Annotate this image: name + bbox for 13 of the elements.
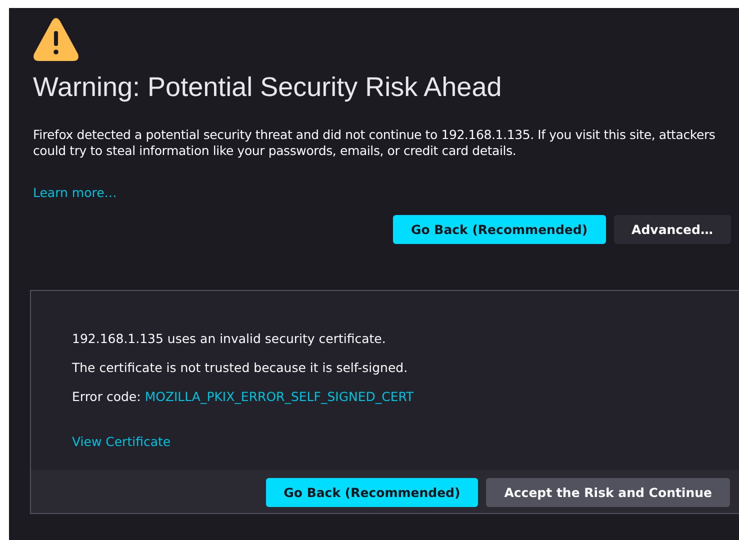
error-code-label: Error code: <box>72 389 141 404</box>
warning-icon <box>33 18 79 62</box>
go-back-button[interactable]: Go Back (Recommended) <box>392 215 606 244</box>
go-back-button[interactable]: Go Back (Recommended) <box>266 478 478 507</box>
certificate-message: 192.168.1.135 uses an invalid security certificate. <box>72 331 387 346</box>
view-certificate-link[interactable]: View Certificate <box>72 434 171 449</box>
warning-description: Firefox detected a potential security threat and did not continue to 192.168.1.135. If you visit this site, attackers could try to steal information like your passwords, emails, or credit card details. <box>33 127 716 159</box>
advanced-button[interactable]: Advanced… <box>614 215 731 244</box>
page-title: Warning: Potential Security Risk Ahead <box>33 72 503 103</box>
certificate-message: The certificate is not trusted because it is self-signed. <box>72 360 409 375</box>
accept-risk-button[interactable]: Accept the Risk and Continue <box>486 478 730 507</box>
error-code-link[interactable]: MOZILLA_PKIX_ERROR_SELF_SIGNED_CERT <box>144 389 414 404</box>
learn-more-link[interactable]: Learn more… <box>33 185 117 200</box>
